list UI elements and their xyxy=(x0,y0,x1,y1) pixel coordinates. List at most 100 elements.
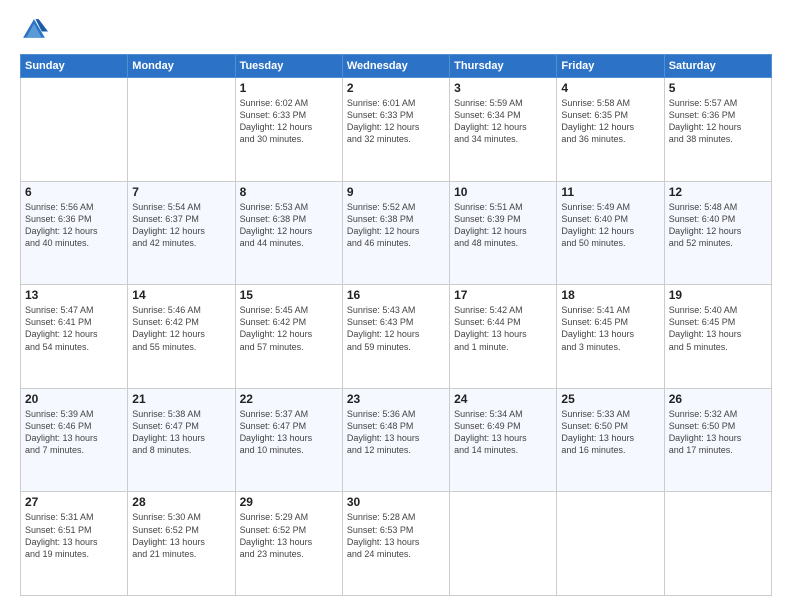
calendar-week-1: 1 Sunrise: 6:02 AM Sunset: 6:33 PM Daylig… xyxy=(21,78,772,182)
cell-info: Sunrise: 6:01 AM Sunset: 6:33 PM Dayligh… xyxy=(347,97,445,146)
cell-info: Sunrise: 5:49 AM Sunset: 6:40 PM Dayligh… xyxy=(561,201,659,250)
calendar-cell: 28 Sunrise: 5:30 AM Sunset: 6:52 PM Dayli… xyxy=(128,492,235,596)
cell-info: Sunrise: 6:02 AM Sunset: 6:33 PM Dayligh… xyxy=(240,97,338,146)
calendar-cell: 15 Sunrise: 5:45 AM Sunset: 6:42 PM Dayli… xyxy=(235,285,342,389)
calendar-cell: 25 Sunrise: 5:33 AM Sunset: 6:50 PM Dayli… xyxy=(557,388,664,492)
day-number: 8 xyxy=(240,185,338,199)
day-header-saturday: Saturday xyxy=(664,55,771,78)
calendar-cell: 20Sunrise: 5:39 AM Sunset: 6:46 PM Dayli… xyxy=(21,388,128,492)
day-number: 19 xyxy=(669,288,767,302)
calendar-week-3: 13 Sunrise: 5:47 AM Sunset: 6:41 PM Dayli… xyxy=(21,285,772,389)
calendar-cell: 24Sunrise: 5:34 AM Sunset: 6:49 PM Dayli… xyxy=(450,388,557,492)
day-number: 11 xyxy=(561,185,659,199)
cell-info: Sunrise: 5:57 AM Sunset: 6:36 PM Dayligh… xyxy=(669,97,767,146)
calendar-header-row: SundayMondayTuesdayWednesdayThursdayFrid… xyxy=(21,55,772,78)
cell-info: Sunrise: 5:41 AM Sunset: 6:45 PM Dayligh… xyxy=(561,304,659,353)
calendar-cell: 18 Sunrise: 5:41 AM Sunset: 6:45 PM Dayli… xyxy=(557,285,664,389)
calendar-cell: 27Sunrise: 5:31 AM Sunset: 6:51 PM Dayli… xyxy=(21,492,128,596)
calendar-cell: 23 Sunrise: 5:36 AM Sunset: 6:48 PM Dayli… xyxy=(342,388,449,492)
day-number: 23 xyxy=(347,392,445,406)
calendar-week-2: 6 Sunrise: 5:56 AM Sunset: 6:36 PM Daylig… xyxy=(21,181,772,285)
cell-info: Sunrise: 5:42 AM Sunset: 6:44 PM Dayligh… xyxy=(454,304,552,353)
cell-info: Sunrise: 5:29 AM Sunset: 6:52 PM Dayligh… xyxy=(240,511,338,560)
cell-info: Sunrise: 5:56 AM Sunset: 6:36 PM Dayligh… xyxy=(25,201,123,250)
day-number: 30 xyxy=(347,495,445,509)
day-number: 10 xyxy=(454,185,552,199)
cell-info: Sunrise: 5:51 AM Sunset: 6:39 PM Dayligh… xyxy=(454,201,552,250)
calendar-cell xyxy=(450,492,557,596)
day-number: 18 xyxy=(561,288,659,302)
cell-info: Sunrise: 5:37 AM Sunset: 6:47 PM Dayligh… xyxy=(240,408,338,457)
day-number: 5 xyxy=(669,81,767,95)
day-number: 7 xyxy=(132,185,230,199)
day-number: 3 xyxy=(454,81,552,95)
day-header-monday: Monday xyxy=(128,55,235,78)
day-number: 29 xyxy=(240,495,338,509)
day-header-tuesday: Tuesday xyxy=(235,55,342,78)
calendar-cell: 22Sunrise: 5:37 AM Sunset: 6:47 PM Dayli… xyxy=(235,388,342,492)
cell-info: Sunrise: 5:45 AM Sunset: 6:42 PM Dayligh… xyxy=(240,304,338,353)
calendar-cell: 3 Sunrise: 5:59 AM Sunset: 6:34 PM Daylig… xyxy=(450,78,557,182)
day-number: 2 xyxy=(347,81,445,95)
cell-info: Sunrise: 5:36 AM Sunset: 6:48 PM Dayligh… xyxy=(347,408,445,457)
calendar-cell: 8 Sunrise: 5:53 AM Sunset: 6:38 PM Daylig… xyxy=(235,181,342,285)
day-number: 24 xyxy=(454,392,552,406)
calendar-cell: 16 Sunrise: 5:43 AM Sunset: 6:43 PM Dayli… xyxy=(342,285,449,389)
cell-info: Sunrise: 5:58 AM Sunset: 6:35 PM Dayligh… xyxy=(561,97,659,146)
day-number: 27 xyxy=(25,495,123,509)
calendar-week-5: 27Sunrise: 5:31 AM Sunset: 6:51 PM Dayli… xyxy=(21,492,772,596)
day-number: 17 xyxy=(454,288,552,302)
calendar-cell: 21 Sunrise: 5:38 AM Sunset: 6:47 PM Dayli… xyxy=(128,388,235,492)
cell-info: Sunrise: 5:59 AM Sunset: 6:34 PM Dayligh… xyxy=(454,97,552,146)
calendar-cell: 11 Sunrise: 5:49 AM Sunset: 6:40 PM Dayli… xyxy=(557,181,664,285)
cell-info: Sunrise: 5:47 AM Sunset: 6:41 PM Dayligh… xyxy=(25,304,123,353)
day-number: 9 xyxy=(347,185,445,199)
day-number: 28 xyxy=(132,495,230,509)
header xyxy=(20,16,772,44)
day-number: 13 xyxy=(25,288,123,302)
calendar-cell: 2 Sunrise: 6:01 AM Sunset: 6:33 PM Daylig… xyxy=(342,78,449,182)
day-number: 25 xyxy=(561,392,659,406)
day-header-thursday: Thursday xyxy=(450,55,557,78)
cell-info: Sunrise: 5:46 AM Sunset: 6:42 PM Dayligh… xyxy=(132,304,230,353)
calendar-cell: 29 Sunrise: 5:29 AM Sunset: 6:52 PM Dayli… xyxy=(235,492,342,596)
cell-info: Sunrise: 5:40 AM Sunset: 6:45 PM Dayligh… xyxy=(669,304,767,353)
cell-info: Sunrise: 5:39 AM Sunset: 6:46 PM Dayligh… xyxy=(25,408,123,457)
cell-info: Sunrise: 5:54 AM Sunset: 6:37 PM Dayligh… xyxy=(132,201,230,250)
cell-info: Sunrise: 5:28 AM Sunset: 6:53 PM Dayligh… xyxy=(347,511,445,560)
calendar-cell: 12Sunrise: 5:48 AM Sunset: 6:40 PM Dayli… xyxy=(664,181,771,285)
day-number: 15 xyxy=(240,288,338,302)
cell-info: Sunrise: 5:53 AM Sunset: 6:38 PM Dayligh… xyxy=(240,201,338,250)
calendar-cell: 17 Sunrise: 5:42 AM Sunset: 6:44 PM Dayli… xyxy=(450,285,557,389)
logo xyxy=(20,16,52,44)
calendar-cell: 7 Sunrise: 5:54 AM Sunset: 6:37 PM Daylig… xyxy=(128,181,235,285)
day-number: 21 xyxy=(132,392,230,406)
day-number: 14 xyxy=(132,288,230,302)
cell-info: Sunrise: 5:43 AM Sunset: 6:43 PM Dayligh… xyxy=(347,304,445,353)
calendar-cell: 13 Sunrise: 5:47 AM Sunset: 6:41 PM Dayli… xyxy=(21,285,128,389)
calendar-cell xyxy=(557,492,664,596)
calendar-cell: 4 Sunrise: 5:58 AM Sunset: 6:35 PM Daylig… xyxy=(557,78,664,182)
day-number: 26 xyxy=(669,392,767,406)
calendar-cell: 10 Sunrise: 5:51 AM Sunset: 6:39 PM Dayli… xyxy=(450,181,557,285)
logo-icon xyxy=(20,16,48,44)
calendar-week-4: 20Sunrise: 5:39 AM Sunset: 6:46 PM Dayli… xyxy=(21,388,772,492)
calendar-cell xyxy=(664,492,771,596)
cell-info: Sunrise: 5:30 AM Sunset: 6:52 PM Dayligh… xyxy=(132,511,230,560)
page: SundayMondayTuesdayWednesdayThursdayFrid… xyxy=(0,0,792,612)
day-header-wednesday: Wednesday xyxy=(342,55,449,78)
day-number: 12 xyxy=(669,185,767,199)
cell-info: Sunrise: 5:32 AM Sunset: 6:50 PM Dayligh… xyxy=(669,408,767,457)
day-header-friday: Friday xyxy=(557,55,664,78)
day-number: 6 xyxy=(25,185,123,199)
calendar-cell: 1 Sunrise: 6:02 AM Sunset: 6:33 PM Daylig… xyxy=(235,78,342,182)
calendar-cell: 5 Sunrise: 5:57 AM Sunset: 6:36 PM Daylig… xyxy=(664,78,771,182)
day-number: 1 xyxy=(240,81,338,95)
cell-info: Sunrise: 5:33 AM Sunset: 6:50 PM Dayligh… xyxy=(561,408,659,457)
calendar-cell: 26 Sunrise: 5:32 AM Sunset: 6:50 PM Dayli… xyxy=(664,388,771,492)
day-header-sunday: Sunday xyxy=(21,55,128,78)
calendar-cell xyxy=(128,78,235,182)
day-number: 4 xyxy=(561,81,659,95)
day-number: 16 xyxy=(347,288,445,302)
cell-info: Sunrise: 5:38 AM Sunset: 6:47 PM Dayligh… xyxy=(132,408,230,457)
